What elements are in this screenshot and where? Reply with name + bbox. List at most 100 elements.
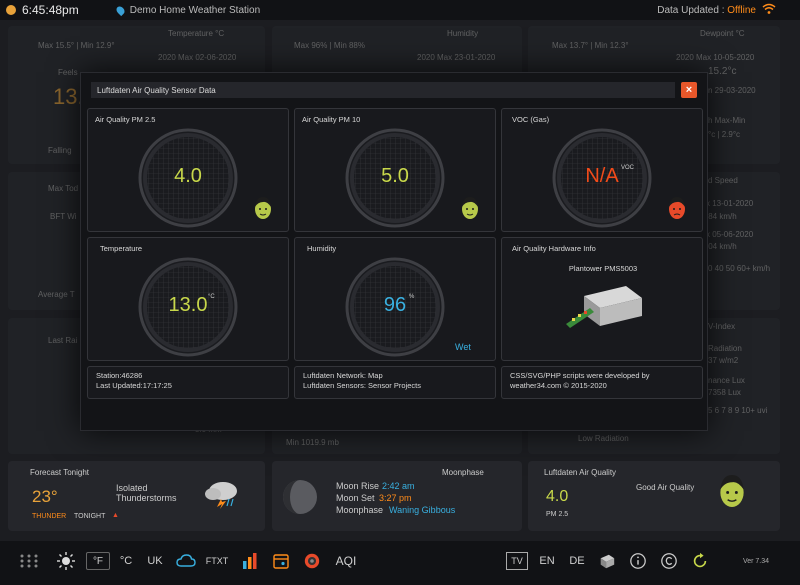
last-updated: Last Updated:17:17:25 xyxy=(96,381,172,390)
celsius-button[interactable]: °C xyxy=(116,552,136,570)
airquality-status: Good Air Quality xyxy=(636,483,695,492)
humidity-record: 2020 Max 23-01-2020 xyxy=(417,53,496,62)
windspeed-title: d Speed xyxy=(708,176,738,185)
windspeed-r4: .04 km/h xyxy=(706,242,737,251)
forecast-desc-2: Thunderstorms xyxy=(116,493,177,503)
clock: 6:45:48pm xyxy=(6,3,79,17)
uv-title: V-Index xyxy=(708,322,736,331)
windspeed-r5: 0 40 50 60+ km/h xyxy=(708,264,771,273)
moonphase-label: Moonphase xyxy=(336,505,384,515)
humidity-panel: Humidity 96 % Wet xyxy=(294,237,496,361)
refresh-icon[interactable] xyxy=(690,552,710,570)
temperature-value: 13.0 xyxy=(168,294,208,316)
credit-info: CSS/SVG/PHP scripts were developed by we… xyxy=(501,366,703,399)
top-bar: 6:45:48pm Demo Home Weather Station Data… xyxy=(0,0,800,20)
location-pin-icon xyxy=(114,4,126,16)
ftxt-button[interactable]: FTXT xyxy=(204,552,230,570)
station-info: Station:46286 Last Updated:17:17:25 xyxy=(87,366,289,399)
modal-title-bar: Luftdaten Air Quality Sensor Data xyxy=(91,82,675,98)
temperature-panel: Temperature 13.0 °C xyxy=(87,237,289,361)
calendar-icon[interactable] xyxy=(272,552,290,570)
bar-chart-icon[interactable] xyxy=(241,552,259,570)
temperature-unit: °C xyxy=(208,294,215,300)
dew-maxmin: Max 13.7° | Min 12.3° xyxy=(552,41,629,50)
moonphase-title: Moonphase xyxy=(442,468,484,477)
credit-line-1: CSS/SVG/PHP scripts were developed by xyxy=(510,371,650,380)
station-id: Station:46286 xyxy=(96,371,143,380)
airquality-sub: PM 2.5 xyxy=(546,511,569,518)
tv-button[interactable]: TV xyxy=(506,552,528,570)
copyright-icon[interactable] xyxy=(659,552,679,570)
airquality-card[interactable]: Luftdaten Air Quality 4.0 PM 2.5 Good Ai… xyxy=(528,461,780,531)
pressure-min: Min 1019.9 mb xyxy=(286,438,339,447)
pm10-title: Air Quality PM 10 xyxy=(302,115,361,124)
sun-icon[interactable] xyxy=(57,552,75,570)
forecast-title: Forecast Tonight xyxy=(30,468,89,477)
dew-v1: 15.2°c xyxy=(708,66,737,77)
data-updated: Data Updated : Offline xyxy=(657,5,756,16)
uv-r4: 7358 Lux xyxy=(708,388,741,397)
forecast-card[interactable]: Forecast Tonight 23° Isolated Thundersto… xyxy=(8,461,265,531)
dew-record: 2020 Max 10-05-2020 xyxy=(676,53,755,62)
forecast-temp: 23° xyxy=(32,487,58,506)
moonphase-card[interactable]: Moonphase Moon Rise 2:42 am Moon Set 3:2… xyxy=(272,461,522,531)
humidity-unit: % xyxy=(409,294,415,300)
aqi-button[interactable]: AQI xyxy=(333,552,359,570)
dew-v3: h Max-Min xyxy=(708,116,746,125)
language-de-button[interactable]: DE xyxy=(567,552,587,570)
temp-maxmin: Max 15.5° | Min 12.9° xyxy=(38,41,115,50)
language-en-button[interactable]: EN xyxy=(537,552,557,570)
uk-units-button[interactable]: UK xyxy=(144,552,166,570)
moonphase-value: Waning Gibbous xyxy=(389,505,456,515)
humidity-card-title: Humidity xyxy=(447,29,479,38)
wind-title: Max Tod xyxy=(48,184,79,193)
sensor-device-icon xyxy=(566,286,642,328)
moonrise-label: Moon Rise xyxy=(336,481,380,491)
voc-title: VOC (Gas) xyxy=(512,115,550,124)
windspeed-r3: x 05-06-2020 xyxy=(706,230,754,239)
good-face-icon xyxy=(720,475,744,507)
menu-grid-icon[interactable] xyxy=(18,552,40,570)
windspeed-r2: .84 km/h xyxy=(706,212,737,221)
low-radiation: Low Radiation xyxy=(578,434,629,443)
network-link[interactable]: Luftdaten Network: Map xyxy=(303,371,487,381)
pm25-panel: Air Quality PM 2.5 4.0 xyxy=(87,108,289,232)
humidity-maxmin: Max 96% | Min 88% xyxy=(294,41,365,50)
fahrenheit-button[interactable]: °F xyxy=(86,552,110,570)
webcam-icon[interactable] xyxy=(302,552,322,570)
temp-trend: Falling xyxy=(48,146,72,155)
voc-value: N/A xyxy=(585,165,619,187)
pm10-panel: Air Quality PM 10 5.0 xyxy=(294,108,496,232)
sensors-link[interactable]: Luftdaten Sensors: Sensor Projects xyxy=(303,381,487,391)
version-label: Ver 7.34 xyxy=(742,557,770,565)
uv-r3: nance Lux xyxy=(708,376,745,385)
dew-v2: n 29-03-2020 xyxy=(708,86,756,95)
moon-icon xyxy=(283,480,317,514)
clock-icon xyxy=(6,5,16,15)
wifi-icon[interactable] xyxy=(762,3,776,15)
temperature-title: Temperature xyxy=(100,244,143,253)
temp-record: 2020 Max 02-06-2020 xyxy=(158,53,237,62)
moonset-time: 3:27 pm xyxy=(379,493,412,503)
rain-title: Last Rai xyxy=(48,336,78,345)
updated-status: Offline xyxy=(727,4,756,16)
station-label: Demo Home Weather Station xyxy=(129,4,261,16)
good-face-icon xyxy=(255,197,271,219)
moonset-label: Moon Set xyxy=(336,493,375,503)
voc-unit: VOC xyxy=(621,165,635,171)
airquality-title: Luftdaten Air Quality xyxy=(544,468,617,477)
clock-time: 6:45:48pm xyxy=(22,3,79,17)
pm25-title: Air Quality PM 2.5 xyxy=(95,115,156,124)
credit-line-2[interactable]: weather34.com © 2015-2020 xyxy=(510,381,694,391)
forecast-label-b: TONIGHT xyxy=(74,513,106,520)
updated-label: Data Updated : xyxy=(657,4,725,16)
temp-card-title: Temperature °C xyxy=(168,29,225,38)
hardware-name: Plantower PMS5003 xyxy=(568,264,638,273)
humidity-status: Wet xyxy=(455,342,471,352)
close-button[interactable]: × xyxy=(681,82,697,98)
hardware-icon[interactable] xyxy=(597,552,617,570)
cloud-icon[interactable] xyxy=(176,552,196,570)
windspeed-r1: x 13-01-2020 xyxy=(706,199,754,208)
info-icon[interactable] xyxy=(628,552,648,570)
warning-icon: ▲ xyxy=(112,512,119,519)
